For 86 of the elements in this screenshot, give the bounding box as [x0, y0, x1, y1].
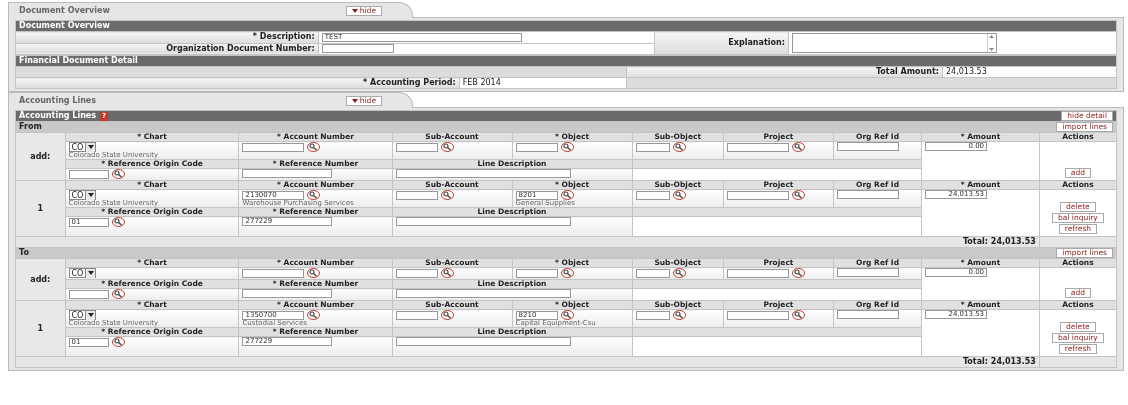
caret-icon — [351, 8, 358, 13]
search-icon[interactable] — [111, 169, 125, 179]
search-icon[interactable] — [111, 337, 125, 347]
reference-number-field[interactable] — [242, 169, 333, 178]
total-amount-value: 24,013.53 — [946, 67, 987, 77]
search-icon[interactable] — [791, 142, 805, 152]
line-description-field[interactable] — [395, 217, 571, 226]
search-icon[interactable] — [440, 268, 454, 278]
search-icon[interactable] — [560, 310, 574, 320]
search-icon[interactable] — [672, 190, 686, 200]
caret-icon — [87, 313, 94, 317]
account-number-field[interactable] — [242, 142, 305, 152]
search-icon[interactable] — [672, 310, 686, 320]
sub-object-field[interactable] — [635, 190, 670, 200]
sub-object-field[interactable] — [635, 268, 670, 278]
project-field[interactable] — [726, 310, 789, 320]
sub-account-field[interactable] — [395, 310, 438, 320]
line-description-field[interactable] — [395, 169, 571, 178]
field-label: Organization Document Number: — [15, 43, 319, 55]
sub-account-field[interactable] — [395, 190, 438, 200]
search-icon[interactable] — [672, 268, 686, 278]
tab-title: Document Overview — [19, 5, 110, 16]
sub-account-field[interactable] — [395, 268, 438, 278]
project-field[interactable] — [726, 190, 789, 200]
explanation-field[interactable] — [791, 33, 997, 53]
down-arrow-icon[interactable] — [989, 48, 995, 51]
row-label: add: — [15, 258, 66, 301]
sub-object-field[interactable] — [635, 310, 670, 320]
caret-icon — [351, 98, 358, 103]
search-icon[interactable] — [307, 142, 321, 152]
field-label: Explanation: — [654, 31, 789, 55]
object-field[interactable] — [515, 142, 558, 152]
up-arrow-icon[interactable] — [989, 35, 995, 38]
row-label: 1 — [15, 180, 66, 237]
chart-dropdown[interactable]: CO — [68, 190, 97, 200]
search-icon[interactable] — [307, 268, 321, 278]
search-icon[interactable] — [111, 289, 125, 299]
field-label: * Accounting Period: — [15, 77, 460, 89]
accounting-period-value: FEB 2014 — [462, 78, 501, 88]
scrollbar[interactable] — [986, 34, 996, 52]
total-amount: Total: 24,013.53 — [962, 237, 1036, 246]
line-description-field[interactable] — [395, 289, 571, 298]
project-field[interactable] — [726, 142, 789, 152]
tab-title: Accounting Lines — [19, 95, 97, 106]
search-icon[interactable] — [560, 190, 574, 200]
total-amount: Total: 24,013.53 — [962, 357, 1036, 366]
reference-number-field[interactable] — [242, 289, 333, 298]
search-icon[interactable] — [440, 190, 454, 200]
project-field[interactable] — [726, 268, 789, 278]
caret-icon — [87, 193, 94, 197]
search-icon[interactable] — [672, 142, 686, 152]
search-icon[interactable] — [791, 268, 805, 278]
chart-dropdown[interactable]: CO — [68, 142, 97, 152]
sub-object-field[interactable] — [635, 142, 670, 152]
caret-icon — [87, 271, 94, 275]
row-label: 1 — [15, 300, 66, 357]
caret-icon — [87, 145, 94, 149]
chart-dropdown[interactable]: CO — [68, 268, 97, 278]
search-icon[interactable] — [307, 310, 321, 320]
search-icon[interactable] — [560, 142, 574, 152]
section-title: From — [19, 122, 42, 132]
search-icon[interactable] — [440, 310, 454, 320]
org-ref-id-field[interactable] — [837, 190, 899, 199]
org-ref-id-field[interactable] — [837, 142, 899, 151]
section-header: Document Overview — [15, 20, 1117, 32]
search-icon[interactable] — [440, 142, 454, 152]
document-number-field[interactable] — [321, 44, 394, 54]
sub-account-field[interactable] — [395, 142, 438, 152]
line-description-field[interactable] — [395, 337, 571, 346]
org-ref-id-field[interactable] — [837, 268, 899, 277]
reference-origin-code-field[interactable] — [68, 289, 109, 299]
object-field[interactable] — [515, 268, 558, 278]
section-title: To — [19, 248, 29, 258]
search-icon[interactable] — [307, 190, 321, 200]
search-icon[interactable] — [560, 268, 574, 278]
section-title: Accounting Lines — [19, 111, 97, 121]
reference-origin-code-field[interactable] — [68, 169, 109, 179]
row-label: add: — [15, 132, 66, 181]
search-icon[interactable] — [791, 190, 805, 200]
field-label: Total Amount: — [626, 66, 943, 78]
org-ref-id-field[interactable] — [837, 310, 899, 319]
account-number-field[interactable] — [242, 268, 305, 278]
search-icon[interactable] — [111, 217, 125, 227]
search-icon[interactable] — [791, 310, 805, 320]
section-header: Financial Document Detail — [15, 55, 1117, 67]
chart-dropdown[interactable]: CO — [68, 310, 97, 320]
